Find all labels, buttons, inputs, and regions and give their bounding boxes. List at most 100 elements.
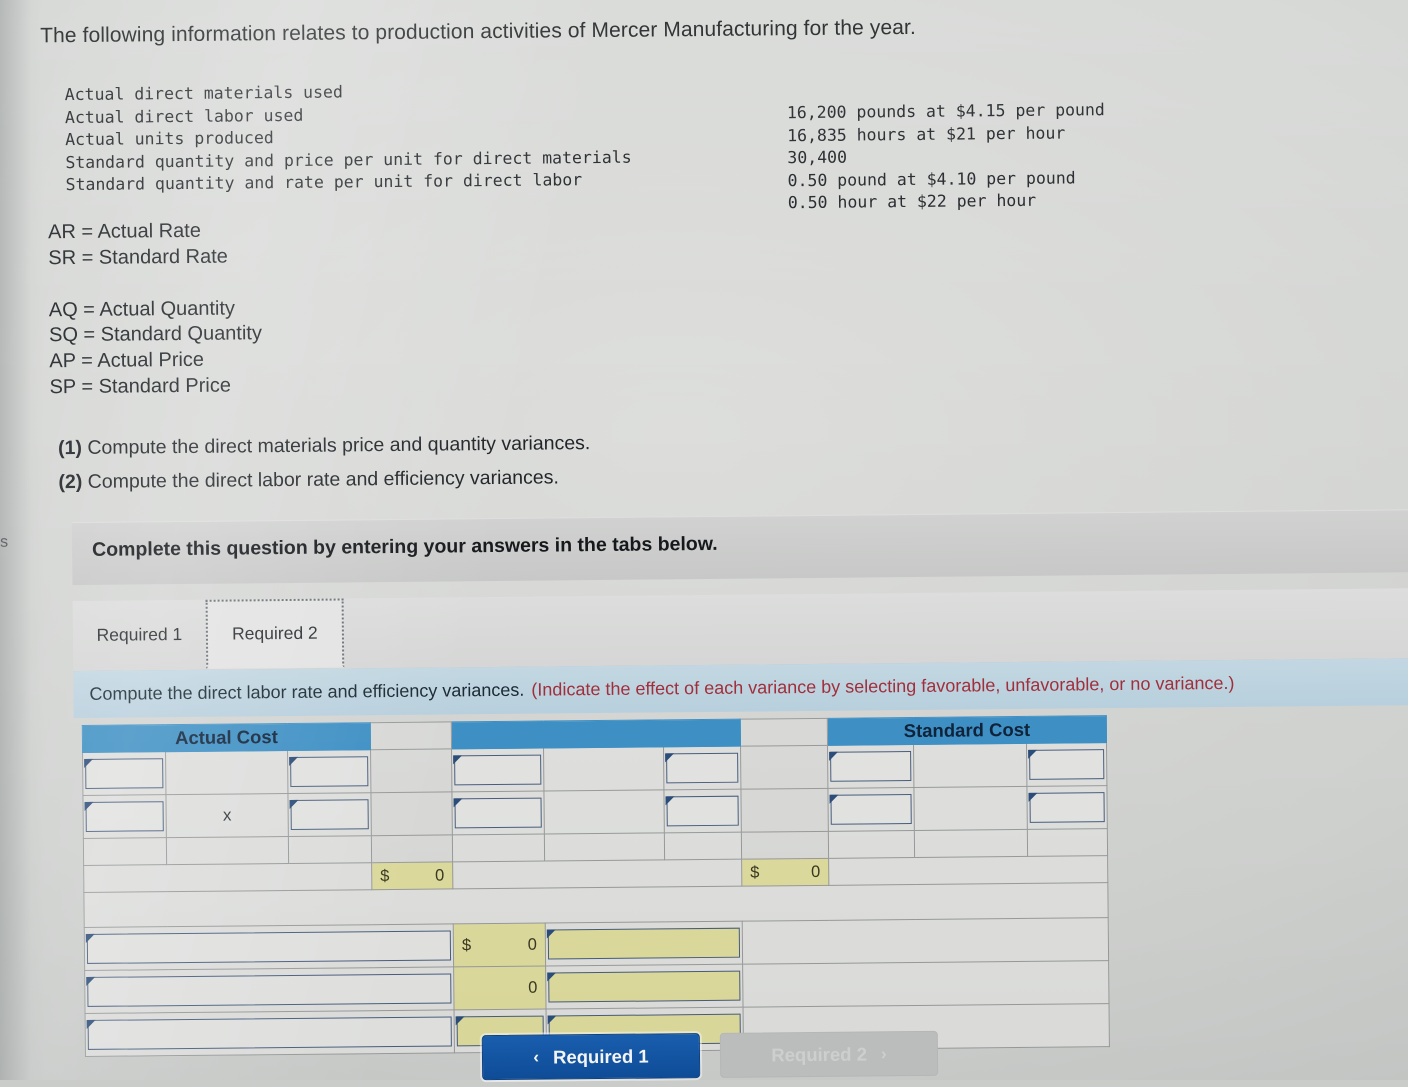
input-actual-r2-c3[interactable] xyxy=(290,799,369,830)
question-panel: Complete this question by entering your … xyxy=(71,509,1408,586)
spacer-s2 xyxy=(914,829,1028,858)
cell-middle-r1-c2 xyxy=(543,746,664,792)
prev-required-1-button[interactable]: ‹ Required 1 xyxy=(481,1033,701,1081)
data-labels-block: Actual direct materials used Actual dire… xyxy=(64,82,632,195)
spacer-m3 xyxy=(664,832,742,860)
input-standard-r1-c1[interactable] xyxy=(830,751,912,782)
header-gap-right xyxy=(740,718,828,747)
totals-actual-amount: $ 0 xyxy=(372,862,452,889)
cell-standard-r1-c3 xyxy=(1026,742,1107,787)
legend-line-sq: SQ = Standard Quantity xyxy=(48,322,263,347)
variance-2-effect-input[interactable] xyxy=(548,970,741,1003)
input-actual-r1-c1[interactable] xyxy=(85,758,164,789)
next-required-2-button[interactable]: Required 2 › xyxy=(719,1030,939,1078)
totals-actual-amount-cell[interactable]: $ 0 xyxy=(371,861,453,890)
variance-2-label-input[interactable] xyxy=(87,973,452,1007)
instruction-main-text: Compute the direct labor rate and effici… xyxy=(89,679,525,704)
variance-1-label-input[interactable] xyxy=(86,930,452,964)
variance-1-dollar-sign: $ xyxy=(461,935,472,954)
input-middle-r1-c3[interactable] xyxy=(666,752,739,784)
variance-1-amount: $ 0 xyxy=(454,924,545,967)
data-values-block: 16,200 pounds at $4.15 per pound 16,835 … xyxy=(786,100,1105,213)
cell-middle-r2-c3 xyxy=(663,789,742,833)
variance-2-amount: 0 xyxy=(454,967,545,1010)
variance-2-effect-cell xyxy=(545,964,744,1010)
cell-middle-r1-c1 xyxy=(451,748,544,792)
requirement-1-text: Compute the direct materials price and q… xyxy=(87,432,591,459)
cell-standard-r2-c3 xyxy=(1026,785,1108,830)
spacer-m1 xyxy=(452,834,545,862)
variance-worksheet-table: Actual Cost Standard Cost x $ 0 $ 0 $ 0 … xyxy=(81,715,1110,1057)
cell-standard-r1-c2 xyxy=(913,743,1027,788)
tab-required-2-label: Required 2 xyxy=(232,622,318,644)
spacer-a3 xyxy=(288,835,372,864)
clipped-edge-text: s xyxy=(0,533,9,551)
header-middle xyxy=(451,719,741,749)
totals-actual-dollar-sign: $ xyxy=(380,866,390,885)
cell-standard-r2-c1 xyxy=(827,787,915,832)
cell-standard-r2-c2 xyxy=(913,786,1028,831)
input-actual-r1-c3[interactable] xyxy=(290,756,369,787)
tab-required-1[interactable]: Required 1 xyxy=(73,600,207,670)
cell-standard-r1-c1 xyxy=(827,744,914,789)
legend-line-sp: SP = Standard Price xyxy=(49,374,232,399)
variance-2-label-cell xyxy=(84,966,455,1014)
screen-content: The following information relates to pro… xyxy=(0,0,1408,1087)
spacer-a2 xyxy=(166,836,289,865)
totals-standard-label-cell xyxy=(828,855,1108,886)
input-middle-r2-c1[interactable] xyxy=(454,797,542,829)
cell-actual-r2-c3 xyxy=(287,792,372,837)
prev-required-1-label: Required 1 xyxy=(552,1045,649,1067)
tab-required-1-label: Required 1 xyxy=(96,624,183,645)
gap-cell-left-r1 xyxy=(370,748,452,793)
input-middle-r2-c3[interactable] xyxy=(666,795,739,827)
gap-cell-right-r1 xyxy=(740,745,828,790)
input-actual-r2-c1[interactable] xyxy=(85,801,164,832)
variance-1-amount-cell[interactable]: $ 0 xyxy=(453,923,546,967)
cell-actual-r1-c1 xyxy=(82,751,166,796)
legend-definitions: AR = Actual Rate SR = Standard Rate AQ =… xyxy=(48,218,263,401)
requirement-2-text: Compute the direct labor rate and effici… xyxy=(87,466,559,493)
legend-line-aq: AQ = Actual Quantity xyxy=(48,297,236,321)
tab-required-2[interactable]: Required 2 xyxy=(205,598,345,669)
gap-cell-left-r2 xyxy=(370,791,453,836)
variance-1-effect-input[interactable] xyxy=(547,927,741,960)
variance-1-label-cell xyxy=(84,923,454,971)
instruction-note-text: (Indicate the effect of each variance by… xyxy=(531,672,1235,700)
spacer-gap-left xyxy=(371,834,453,863)
gap-cell-right-r2 xyxy=(740,788,829,833)
multiply-symbol-actual: x xyxy=(165,793,289,838)
spacer-s1 xyxy=(828,830,915,859)
variance-2-value: 0 xyxy=(528,978,538,997)
input-standard-r1-c3[interactable] xyxy=(1029,749,1105,780)
spacer-m2 xyxy=(544,832,665,862)
legend-line-ap: AP = Actual Price xyxy=(49,348,205,373)
cell-middle-r2-c2 xyxy=(543,789,665,835)
header-actual-cost: Actual Cost xyxy=(82,722,371,753)
next-required-2-label: Required 2 xyxy=(771,1042,868,1065)
requirement-1-number: (1) xyxy=(58,436,83,460)
input-standard-r2-c3[interactable] xyxy=(1029,792,1105,823)
totals-standard-value: 0 xyxy=(810,862,821,881)
legend-spacer xyxy=(48,270,261,298)
cell-middle-r2-c1 xyxy=(451,791,545,835)
chevron-right-icon: › xyxy=(880,1044,887,1064)
cell-actual-r1-c3 xyxy=(287,749,371,794)
variance-1-effect-cell xyxy=(545,921,743,967)
spacer-s3 xyxy=(1027,828,1108,857)
variance-2-amount-cell[interactable]: 0 xyxy=(453,966,547,1010)
cell-actual-r2-c1 xyxy=(82,794,167,839)
question-panel-title: Complete this question by entering your … xyxy=(91,532,718,561)
variance-1-value: 0 xyxy=(527,935,538,954)
intro-paragraph: The following information relates to pro… xyxy=(40,15,916,48)
requirement-2-number: (2) xyxy=(58,470,83,494)
header-standard-cost: Standard Cost xyxy=(827,715,1107,746)
input-middle-r1-c1[interactable] xyxy=(454,754,542,786)
header-gap-left xyxy=(370,721,452,750)
totals-middle-cell xyxy=(452,859,742,889)
input-standard-r2-c1[interactable] xyxy=(830,794,912,825)
totals-actual-value: 0 xyxy=(434,866,445,885)
variance-1-trailing-cell xyxy=(742,917,1109,965)
totals-standard-amount-cell[interactable]: $ 0 xyxy=(741,858,829,887)
totals-actual-label-cell xyxy=(83,862,372,893)
